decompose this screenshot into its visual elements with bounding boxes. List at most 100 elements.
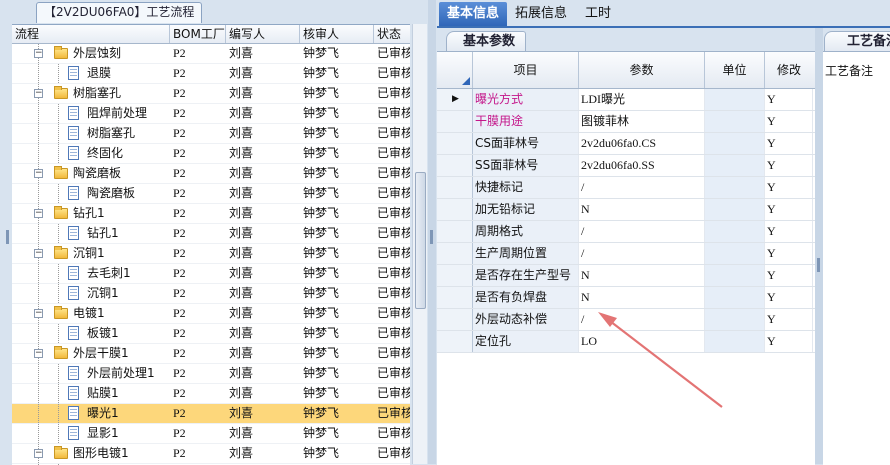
param-edit-flag-cell[interactable]: Y — [765, 287, 813, 308]
tree-row[interactable]: 贴膜1 P2 刘喜 钟梦飞 已审核 — [12, 384, 410, 404]
row-header[interactable] — [437, 221, 473, 242]
row-header[interactable] — [437, 111, 473, 132]
column-header-reviewer[interactable]: 核审人 — [300, 25, 374, 43]
tree-node-cell[interactable]: − 沉铜1 — [12, 244, 170, 263]
collapse-toggle-icon[interactable]: − — [34, 449, 43, 458]
tree-node-cell[interactable]: 阻焊前处理 — [12, 104, 170, 123]
row-header[interactable] — [437, 133, 473, 154]
tree-row[interactable]: 钻孔1 P2 刘喜 钟梦飞 已审核 — [12, 224, 410, 244]
process-flow-tab[interactable]: 【2V2DU06FA0】工艺流程 — [36, 2, 203, 23]
tree-node-cell[interactable]: − 外层蚀刻 — [12, 44, 170, 63]
tree-row[interactable]: − 陶瓷磨板 P2 刘喜 钟梦飞 已审核 — [12, 164, 410, 184]
param-edit-flag-cell[interactable]: Y — [765, 221, 813, 242]
param-row[interactable]: CS面菲林号 2v2du06fa0.CS Y — [437, 133, 815, 155]
param-row[interactable]: 外层动态补偿 / Y — [437, 309, 815, 331]
tree-row[interactable]: 外层前处理1 P2 刘喜 钟梦飞 已审核 — [12, 364, 410, 384]
column-header-flow[interactable]: 流程 — [12, 25, 170, 43]
tree-row[interactable]: − 沉铜1 P2 刘喜 钟梦飞 已审核 — [12, 244, 410, 264]
select-all-corner[interactable] — [437, 52, 473, 88]
param-unit-cell[interactable] — [705, 287, 765, 308]
column-header-bom-factory[interactable]: BOM工厂 — [170, 25, 226, 43]
splitter-grip[interactable] — [430, 230, 433, 244]
tree-node-cell[interactable]: 贴膜1 — [12, 384, 170, 403]
tab-extended-info[interactable]: 拓展信息 — [507, 2, 575, 26]
right-splitter-grip[interactable] — [817, 258, 820, 272]
param-edit-flag-cell[interactable]: Y — [765, 331, 813, 352]
scrollbar-thumb[interactable] — [415, 172, 426, 309]
param-unit-cell[interactable] — [705, 89, 765, 110]
collapse-toggle-icon[interactable]: − — [34, 249, 43, 258]
tree-row[interactable]: 去毛刺1 P2 刘喜 钟梦飞 已审核 — [12, 264, 410, 284]
param-row[interactable]: 干膜用途 图镀菲林 Y — [437, 111, 815, 133]
column-header-edit[interactable]: 修改 — [765, 52, 813, 88]
tree-row[interactable]: − 电镀1 P2 刘喜 钟梦飞 已审核 — [12, 304, 410, 324]
tree-row-selected[interactable]: 曝光1 P2 刘喜 钟梦飞 已审核 — [12, 404, 410, 424]
tab-work-hours[interactable]: 工时 — [577, 2, 619, 26]
param-unit-cell[interactable] — [705, 155, 765, 176]
param-edit-flag-cell[interactable]: Y — [765, 155, 813, 176]
row-header[interactable] — [437, 155, 473, 176]
column-header-param[interactable]: 参数 — [579, 52, 705, 88]
param-value-cell[interactable]: / — [579, 221, 705, 242]
param-value-cell[interactable]: / — [579, 177, 705, 198]
tree-row[interactable]: 陶瓷磨板 P2 刘喜 钟梦飞 已审核 — [12, 184, 410, 204]
param-unit-cell[interactable] — [705, 199, 765, 220]
current-row-indicator-icon[interactable]: ▶ — [437, 89, 473, 110]
param-edit-flag-cell[interactable]: Y — [765, 89, 813, 110]
param-edit-flag-cell[interactable]: Y — [765, 265, 813, 286]
param-unit-cell[interactable] — [705, 111, 765, 132]
tree-row[interactable]: − 外层干膜1 P2 刘喜 钟梦飞 已审核 — [12, 344, 410, 364]
param-row[interactable]: ▶ 曝光方式 LDI曝光 Y — [437, 89, 815, 111]
tree-row[interactable]: 终固化 P2 刘喜 钟梦飞 已审核 — [12, 144, 410, 164]
collapse-toggle-icon[interactable]: − — [34, 89, 43, 98]
tree-row[interactable]: 树脂塞孔 P2 刘喜 钟梦飞 已审核 — [12, 124, 410, 144]
tree-node-cell[interactable]: − 树脂塞孔 — [12, 84, 170, 103]
right-splitter[interactable] — [815, 28, 823, 464]
tree-node-cell[interactable]: 板镀1 — [12, 324, 170, 343]
tree-node-cell[interactable]: 沉铜1 — [12, 284, 170, 303]
row-header[interactable] — [437, 177, 473, 198]
tree-vertical-scrollbar[interactable] — [412, 24, 427, 464]
tree-node-cell[interactable]: 退膜 — [12, 64, 170, 83]
tab-process-remarks[interactable]: 工艺备注 — [824, 31, 890, 52]
row-header[interactable] — [437, 309, 473, 330]
param-row[interactable]: 是否有负焊盘 N Y — [437, 287, 815, 309]
param-row[interactable]: 加无铅标记 N Y — [437, 199, 815, 221]
param-value-cell[interactable]: N — [579, 265, 705, 286]
left-collapse-grip[interactable] — [6, 230, 9, 244]
param-value-cell[interactable]: N — [579, 287, 705, 308]
column-header-status[interactable]: 状态 — [374, 25, 410, 43]
row-header[interactable] — [437, 199, 473, 220]
column-header-item[interactable]: 项目 — [473, 52, 579, 88]
param-edit-flag-cell[interactable]: Y — [765, 243, 813, 264]
param-row[interactable]: 生产周期位置 / Y — [437, 243, 815, 265]
tree-node-cell[interactable]: − 陶瓷磨板 — [12, 164, 170, 183]
row-header[interactable] — [437, 331, 473, 352]
tree-node-cell[interactable]: 陶瓷磨板 — [12, 184, 170, 203]
tree-node-cell[interactable]: 钻孔1 — [12, 224, 170, 243]
tree-row[interactable]: − 树脂塞孔 P2 刘喜 钟梦飞 已审核 — [12, 84, 410, 104]
tab-basic-params[interactable]: 基本参数 — [446, 31, 527, 52]
tree-node-cell[interactable]: 外层前处理1 — [12, 364, 170, 383]
tree-row[interactable]: 沉铜1 P2 刘喜 钟梦飞 已审核 — [12, 284, 410, 304]
main-splitter[interactable] — [428, 0, 436, 464]
param-unit-cell[interactable] — [705, 243, 765, 264]
tab-basic-info[interactable]: 基本信息 — [439, 2, 508, 26]
param-value-cell[interactable]: LO — [579, 331, 705, 352]
tree-node-cell[interactable]: − 外层干膜1 — [12, 344, 170, 363]
collapse-toggle-icon[interactable]: − — [34, 49, 43, 58]
param-value-cell[interactable]: / — [579, 309, 705, 330]
param-edit-flag-cell[interactable]: Y — [765, 111, 813, 132]
param-value-cell[interactable]: / — [579, 243, 705, 264]
param-row[interactable]: 周期格式 / Y — [437, 221, 815, 243]
param-row[interactable]: 定位孔 LO Y — [437, 331, 815, 353]
row-header[interactable] — [437, 243, 473, 264]
tree-row[interactable]: − 钻孔1 P2 刘喜 钟梦飞 已审核 — [12, 204, 410, 224]
param-edit-flag-cell[interactable]: Y — [765, 309, 813, 330]
collapse-toggle-icon[interactable]: − — [34, 209, 43, 218]
tree-node-cell[interactable]: − 钻孔1 — [12, 204, 170, 223]
row-header[interactable] — [437, 265, 473, 286]
param-unit-cell[interactable] — [705, 309, 765, 330]
tree-node-cell[interactable]: 去毛刺1 — [12, 264, 170, 283]
collapse-toggle-icon[interactable]: − — [34, 309, 43, 318]
